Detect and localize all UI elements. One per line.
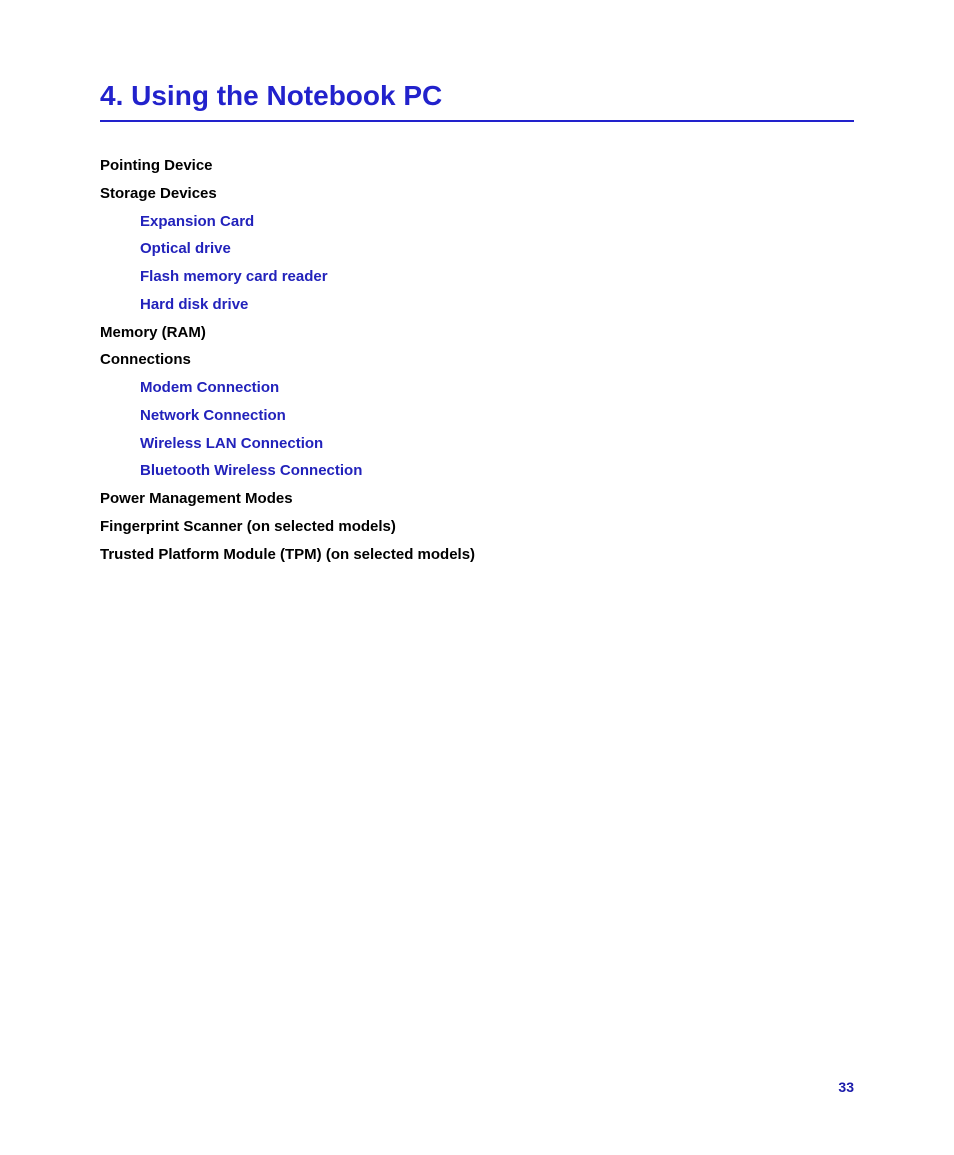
title-divider	[100, 120, 854, 122]
toc-item-wireless-lan[interactable]: Wireless LAN Connection	[100, 430, 854, 458]
toc-item-hard-disk[interactable]: Hard disk drive	[100, 291, 854, 319]
toc-item-tpm[interactable]: Trusted Platform Module (TPM) (on select…	[100, 541, 854, 569]
chapter-title-text: Using the Notebook PC	[131, 80, 442, 111]
page-container: 4. Using the Notebook PC Pointing Device…	[0, 0, 954, 1155]
toc-item-network-connection[interactable]: Network Connection	[100, 402, 854, 430]
toc-item-connections[interactable]: Connections	[100, 346, 854, 374]
toc-item-fingerprint[interactable]: Fingerprint Scanner (on selected models)	[100, 513, 854, 541]
toc-item-pointing-device[interactable]: Pointing Device	[100, 152, 854, 180]
toc-item-optical-drive[interactable]: Optical drive	[100, 235, 854, 263]
page-number: 33	[838, 1079, 854, 1095]
toc-item-bluetooth[interactable]: Bluetooth Wireless Connection	[100, 457, 854, 485]
chapter-title: 4. Using the Notebook PC	[100, 80, 854, 112]
toc-item-modem-connection[interactable]: Modem Connection	[100, 374, 854, 402]
toc-item-memory-ram[interactable]: Memory (RAM)	[100, 319, 854, 347]
toc-item-flash-memory[interactable]: Flash memory card reader	[100, 263, 854, 291]
toc-list: Pointing DeviceStorage DevicesExpansion …	[100, 152, 854, 568]
toc-item-power-management[interactable]: Power Management Modes	[100, 485, 854, 513]
chapter-number: 4.	[100, 80, 123, 111]
toc-item-expansion-card[interactable]: Expansion Card	[100, 208, 854, 236]
toc-item-storage-devices[interactable]: Storage Devices	[100, 180, 854, 208]
